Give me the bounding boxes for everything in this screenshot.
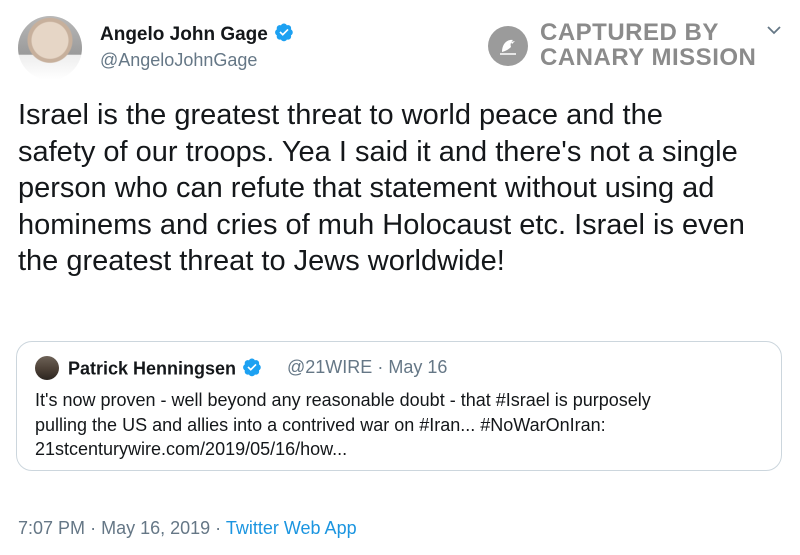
quoted-meta: @21WIRE · May 16 [287, 357, 447, 378]
tweet-time[interactable]: 7:07 PM [18, 518, 85, 538]
quoted-author-name-row: Patrick Henningsen [68, 357, 262, 382]
captured-by-stamp: CAPTURED BY CANARY MISSION [488, 18, 758, 74]
source-app-link[interactable]: Twitter Web App [226, 518, 357, 538]
quoted-tweet-card[interactable]: Patrick Henningsen @21WIRE · May 16 It's… [16, 341, 782, 471]
verified-badge-icon [274, 22, 294, 48]
quoted-link: 21stcenturywire.com/2019/05/16/how... [35, 439, 348, 459]
canary-bird-icon [488, 26, 528, 66]
quoted-author-avatar [35, 356, 59, 380]
quoted-line: It's now proven - well beyond any reason… [35, 390, 651, 410]
author-handle[interactable]: @AngeloJohnGage [100, 50, 257, 71]
quoted-line: pulling the US and allies into a contriv… [35, 414, 606, 435]
quoted-tweet-text: It's now proven - well beyond any reason… [35, 388, 775, 462]
stamp-line-1: CAPTURED BY [540, 19, 719, 46]
author-avatar[interactable] [18, 16, 82, 80]
tweet-line: safety of our troops. Yea I said it and … [18, 135, 738, 168]
quoted-separator: · [377, 357, 384, 377]
quoted-date: May 16 [388, 357, 448, 377]
verified-badge-icon [242, 357, 262, 382]
tweet-line: Israel is the greatest threat to world p… [18, 99, 663, 131]
tweet-text: Israel is the greatest threat to world p… [18, 97, 798, 280]
quoted-author-name: Patrick Henningsen [68, 358, 237, 379]
tweet-line: the greatest threat to Jews worldwide! [18, 245, 505, 277]
tweet-line: person who can refute that statement wit… [18, 172, 715, 204]
author-name[interactable]: Angelo John Gage [100, 24, 268, 45]
tweet-line: hominems and cries of muh Holocaust etc.… [18, 208, 745, 241]
author-name-row[interactable]: Angelo John Gage [100, 22, 294, 48]
footer-separator: · [90, 518, 97, 538]
chevron-down-icon[interactable] [764, 20, 784, 40]
stamp-text: CAPTURED BY CANARY MISSION [540, 20, 756, 70]
tweet-date[interactable]: May 16, 2019 [101, 518, 210, 538]
footer-separator: · [215, 518, 222, 538]
stamp-line-2: CANARY MISSION [540, 44, 757, 71]
tweet-footer: 7:07 PM · May 16, 2019 · Twitter Web App [18, 518, 357, 539]
quoted-author-handle: @21WIRE [287, 357, 373, 377]
